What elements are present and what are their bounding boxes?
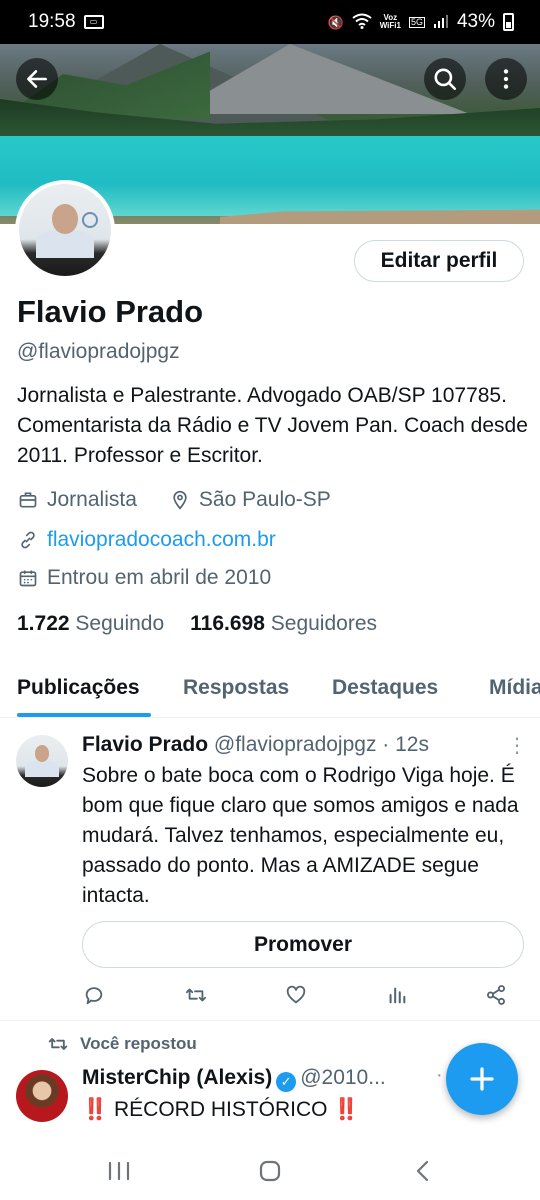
plus-icon [470,1067,494,1091]
home-icon[interactable] [255,1156,285,1186]
voz-wifi-label: Voz WiFi1 [379,13,401,30]
edit-profile-button[interactable]: Editar perfil [354,240,524,282]
more-options-button[interactable] [485,58,527,100]
more-vertical-icon [503,69,509,89]
compose-button[interactable] [446,1043,518,1115]
mute-icon: 🔇 [327,14,344,30]
profile-bio: Jornalista e Palestrante. Advogado OAB/S… [17,384,528,467]
follow-counts: 1.722 Seguindo 116.698 Seguidores [17,612,377,636]
signal-icon [433,13,449,31]
profile-website-row[interactable]: flaviopradocoach.com.br [17,528,276,552]
profile-location: São Paulo-SP [198,488,331,511]
tweet-item[interactable]: Flavio Prado @flaviopradojpgz · 12s ⋮ So… [0,719,540,1021]
tweet-more-icon[interactable]: · [436,1064,443,1087]
verified-badge-icon: ✓ [276,1072,297,1092]
calendar-icon [17,567,39,589]
search-button[interactable] [424,58,466,100]
location-pin-icon [169,489,191,511]
tweet-avatar[interactable] [16,735,68,787]
profile-joined-row: Entrou em abril de 2010 [17,566,271,590]
profile-joined-date: Entrou em abril de 2010 [47,566,272,589]
like-icon[interactable] [284,983,308,1007]
views-icon[interactable] [385,983,409,1007]
tweet-text-body: RÉCORD HISTÓRICO [114,1098,328,1121]
followers-count: 116.698 [190,612,265,635]
tweet-header: Flavio Prado @flaviopradojpgz · 12s [82,733,429,757]
tweet-handle-time: @flaviopradojpgz · 12s [213,733,429,756]
arrow-left-icon [27,70,47,88]
profile-handle: @flaviopradojpgz [17,340,180,363]
briefcase-icon [17,489,39,511]
battery-icon [503,13,514,31]
tweet-author-name[interactable]: MisterChip (Alexis) [82,1066,272,1089]
tab-respostas[interactable]: Respostas [183,676,289,700]
followers-label: Seguidores [270,612,378,635]
followers-link[interactable]: 116.698 Seguidores [190,612,377,636]
repost-icon [48,1038,68,1050]
status-bar: 19:58 ▭ 🔇 Voz WiFi1 5G 43% [0,0,540,44]
tab-destaques[interactable]: Destaques [332,676,438,700]
profile-website-link[interactable]: flaviopradocoach.com.br [47,528,276,552]
share-icon[interactable] [484,983,508,1007]
notification-icon: ▭ [83,15,104,29]
back-button[interactable] [16,58,58,100]
network-label: 5G [408,16,425,28]
repost-label: Você repostou [80,1034,197,1053]
tweet-author-name[interactable]: Flavio Prado [82,733,208,756]
link-icon [17,529,39,551]
tweet-text: ‼️ RÉCORD HISTÓRICO ‼️ [82,1098,360,1122]
following-link[interactable]: 1.722 Seguindo [17,612,164,636]
recent-apps-icon[interactable] [104,1156,134,1186]
tweet-header: MisterChip (Alexis) ✓ @2010... [82,1066,386,1092]
tweet-avatar[interactable] [16,1070,68,1122]
double-exclamation-icon: ‼️ [333,1098,360,1121]
tweet-actions [82,983,512,1007]
active-tab-indicator [17,713,151,717]
double-exclamation-icon: ‼️ [82,1098,109,1121]
tweet-text: Sobre o bate boca com o Rodrigo Viga hoj… [82,764,519,907]
following-count: 1.722 [17,612,70,635]
back-nav-icon[interactable] [408,1156,438,1186]
profile-meta-row: Jornalista São Paulo-SP [17,488,331,512]
battery-percent: 43% [456,11,495,32]
system-navigation-bar [0,1142,540,1200]
reply-icon[interactable] [82,983,106,1007]
wifi-icon [352,13,372,31]
profile-tabs: Publicações Respostas Destaques Mídia [0,660,540,718]
tweet-handle: @2010... [300,1066,386,1089]
promote-button[interactable]: Promover [82,921,524,968]
profile-avatar[interactable] [15,180,115,280]
tab-publicacoes[interactable]: Publicações [17,676,140,700]
tweet-more-icon[interactable]: ⋮ [507,733,527,758]
tab-midia[interactable]: Mídia [489,676,540,700]
following-label: Seguindo [75,612,165,635]
profile-name: Flavio Prado [17,294,204,329]
repost-icon[interactable] [184,983,208,1007]
repost-indicator: Você repostou [48,1034,197,1054]
status-time: 19:58 [28,11,76,32]
search-icon [434,68,457,91]
profile-occupation: Jornalista [47,488,137,511]
